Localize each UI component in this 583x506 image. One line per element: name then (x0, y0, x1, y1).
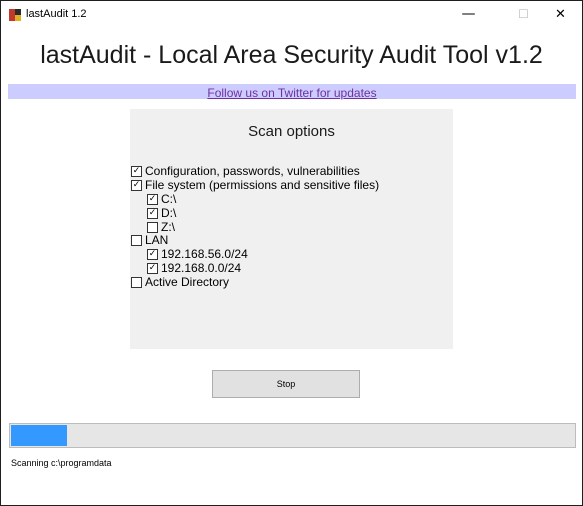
option-drive-z-label: Z:\ (161, 220, 175, 234)
twitter-link[interactable]: Follow us on Twitter for updates (207, 86, 376, 100)
app-window: lastAudit 1.2 — ☐ ✕ lastAudit - Local Ar… (0, 0, 583, 506)
option-active-directory-label: Active Directory (145, 275, 230, 289)
checkbox-drive-z[interactable] (147, 222, 158, 233)
checkbox-subnet-56[interactable]: ✓ (147, 249, 158, 260)
option-configuration-label: Configuration, passwords, vulnerabilitie… (145, 164, 360, 178)
checkbox-configuration[interactable]: ✓ (131, 166, 142, 177)
app-icon (9, 9, 21, 21)
title-bar[interactable]: lastAudit 1.2 — ☐ ✕ (1, 1, 582, 30)
checkbox-lan[interactable] (131, 235, 142, 246)
twitter-banner: Follow us on Twitter for updates (8, 84, 576, 100)
scan-options-heading: Scan options (248, 123, 335, 140)
progress-bar (9, 423, 576, 448)
option-subnet-0-label: 192.168.0.0/24 (161, 261, 242, 275)
option-drive-c-label: C:\ (161, 192, 177, 206)
checkbox-subnet-0[interactable]: ✓ (147, 263, 158, 274)
page-title: lastAudit - Local Area Security Audit To… (40, 41, 543, 69)
scan-options-panel: Scan options ✓ Configuration, passwords,… (130, 109, 453, 349)
stop-button[interactable]: Stop (212, 370, 360, 398)
option-file-system-label: File system (permissions and sensitive f… (145, 178, 380, 192)
checkbox-drive-c[interactable]: ✓ (147, 194, 158, 205)
checkbox-active-directory[interactable] (131, 277, 142, 288)
status-text: Scanning c:\programdata (11, 458, 112, 468)
progress-bar-fill (11, 425, 67, 446)
close-button[interactable]: ✕ (538, 1, 583, 30)
checkbox-file-system[interactable]: ✓ (131, 180, 142, 191)
option-subnet-56-label: 192.168.56.0/24 (161, 247, 248, 261)
checkbox-drive-d[interactable]: ✓ (147, 208, 158, 219)
option-drive-d-label: D:\ (161, 206, 177, 220)
minimize-button[interactable]: — (446, 1, 491, 30)
option-lan-label: LAN (145, 233, 169, 247)
window-title: lastAudit 1.2 (26, 8, 87, 20)
